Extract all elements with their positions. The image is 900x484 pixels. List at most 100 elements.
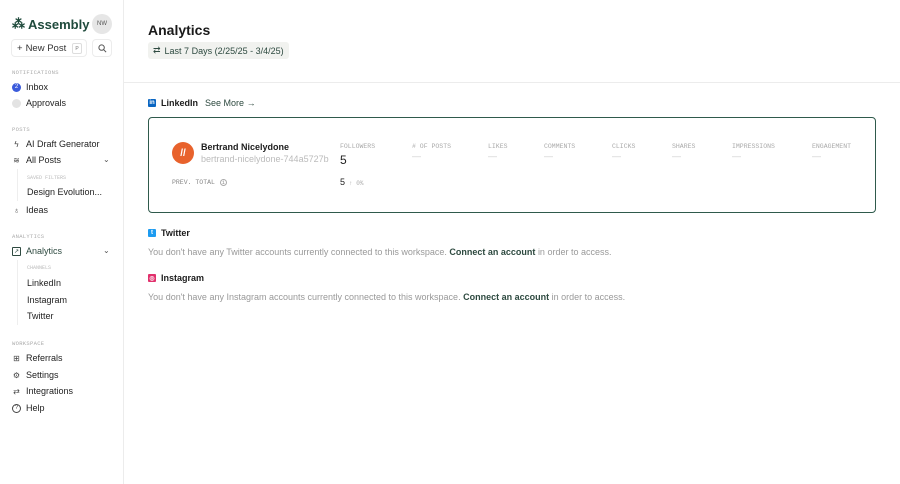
metric-label: ENGAGEMENT [812, 143, 852, 150]
instagram-icon: ◎ [148, 274, 156, 282]
plus-icon: + [17, 42, 23, 54]
metric-label: FOLLOWERS [340, 143, 376, 150]
chevron-down-icon[interactable]: ⌄ [103, 155, 110, 164]
metric-value: — [672, 151, 681, 161]
chevron-down-icon[interactable]: ⌄ [103, 246, 110, 255]
instagram-msg-text: You don't have any Instagram accounts cu… [148, 292, 461, 302]
profile-avatar: // [172, 142, 194, 164]
twitter-title: Twitter [161, 228, 190, 238]
logo[interactable]: ⁂ Assembly [12, 16, 89, 32]
all-posts-label: All Posts [26, 155, 62, 165]
new-post-label: New Post [25, 42, 67, 54]
sidebar-item-all-posts[interactable]: ≋ All Posts [12, 153, 61, 167]
assembly-logo-icon: ⁂ [12, 16, 25, 31]
metric-of-posts: # OF POSTS — [412, 143, 451, 161]
metric-likes: LIKES — [488, 143, 508, 161]
profile-name: Bertrand Nicelydone [201, 142, 290, 152]
inbox-count-badge: 2 [12, 82, 21, 92]
metric-value: — [544, 151, 553, 161]
twitter-icon: t [148, 229, 156, 237]
posts-section-label: POSTS [12, 126, 31, 133]
linkedin-icon: in [148, 99, 156, 107]
lightbulb-icon: ♁ [13, 205, 20, 215]
channels-label: CHANNELS [27, 265, 52, 271]
metric-label: COMMENTS [544, 143, 576, 150]
sidebar-item-analytics[interactable]: ↗ Analytics [12, 244, 62, 258]
search-button[interactable] [92, 39, 112, 57]
date-range-button[interactable]: ⇄ Last 7 Days (2/25/25 - 3/4/25) [148, 42, 289, 59]
prev-total-value: 5 [340, 177, 346, 187]
metric-comments: COMMENTS — [544, 143, 575, 161]
lightning-icon: ϟ [14, 139, 19, 149]
metric-impressions: IMPRESSIONS — [732, 143, 775, 161]
info-icon[interactable]: i [219, 179, 227, 186]
metric-value: — [488, 151, 497, 161]
see-more-label: See More [205, 98, 245, 108]
linkedin-header: in LinkedIn See More → [148, 98, 256, 108]
twitter-msg-suffix: in order to access. [537, 247, 612, 257]
linkedin-account-card: // Bertrand Nicelydone bertrand-nicelydo… [148, 117, 876, 213]
twitter-msg-text: You don't have any Twitter accounts curr… [148, 247, 447, 257]
saved-filters-label: SAVED FILTERS [27, 175, 67, 181]
page-title: Analytics [148, 22, 211, 38]
metric-label: # OF POSTS [412, 143, 452, 150]
sidebar-item-integrations[interactable]: ⇄ Integrations [12, 384, 73, 398]
analytics-section-label: ANALYTICS [12, 233, 45, 240]
sidebar-item-ai-draft[interactable]: ϟ AI Draft Generator [12, 137, 100, 151]
channel-linkedin[interactable]: LinkedIn [27, 278, 61, 288]
saved-filter-design-evolution[interactable]: Design Evolution... [27, 187, 102, 197]
gift-icon: ⊞ [13, 353, 20, 363]
gear-icon: ⚙ [12, 370, 21, 380]
sidebar-item-ideas[interactable]: ♁ Ideas [12, 203, 49, 217]
metric-value: — [812, 151, 821, 161]
tree-line [17, 169, 18, 201]
change-percent: ↑ 0% [349, 180, 364, 187]
instagram-title: Instagram [161, 273, 205, 283]
help-label: Help [26, 403, 45, 413]
twitter-connect-link[interactable]: Connect an account [449, 247, 535, 257]
workspace-section-label: WORKSPACE [12, 340, 45, 347]
metric-value: — [412, 151, 421, 161]
instagram-msg-suffix: in order to access. [551, 292, 626, 302]
metric-value: — [612, 151, 621, 161]
ai-draft-label: AI Draft Generator [26, 139, 100, 149]
sidebar-item-inbox[interactable]: 2 Inbox [12, 80, 48, 94]
help-icon: ? [12, 403, 21, 413]
sidebar-item-help[interactable]: ? Help [12, 401, 45, 415]
new-post-button[interactable]: + New Post P [11, 39, 87, 57]
shortcut-badge: P [72, 43, 82, 54]
sidebar-item-settings[interactable]: ⚙ Settings [12, 368, 59, 382]
sidebar-item-approvals[interactable]: Approvals [12, 96, 66, 110]
instagram-connect-link[interactable]: Connect an account [463, 292, 549, 302]
channel-instagram[interactable]: Instagram [27, 295, 67, 305]
ideas-label: Ideas [26, 205, 49, 215]
channel-twitter[interactable]: Twitter [27, 311, 54, 321]
approvals-label: Approvals [26, 98, 67, 108]
divider [124, 82, 900, 83]
metric-value: — [732, 151, 741, 161]
user-avatar[interactable]: NW [92, 14, 112, 34]
metric-clicks: CLICKS — [612, 143, 635, 161]
approvals-badge-icon [12, 98, 21, 108]
see-more-link[interactable]: See More → [205, 98, 256, 108]
prev-total-row: PREV. TOTAL i [172, 179, 227, 186]
arrows-icon: ⇄ [13, 386, 20, 396]
linkedin-title: LinkedIn [161, 98, 199, 108]
inbox-label: Inbox [26, 82, 49, 92]
sidebar-item-referrals[interactable]: ⊞ Referrals [12, 351, 63, 365]
metric-label: SHARES [672, 143, 696, 150]
metric-label: CLICKS [612, 143, 636, 150]
metric-engagement: ENGAGEMENT — [812, 143, 851, 161]
metric-label: IMPRESSIONS [732, 143, 775, 150]
settings-label: Settings [26, 370, 59, 380]
metric-followers: FOLLOWERS 5 [340, 143, 375, 167]
metric-label: LIKES [488, 143, 508, 150]
arrows-icon: ⇄ [153, 45, 161, 55]
referrals-label: Referrals [26, 353, 63, 363]
notifications-section-label: NOTIFICATIONS [12, 69, 59, 76]
search-icon [97, 43, 106, 52]
twitter-empty-message: You don't have any Twitter accounts curr… [148, 247, 611, 257]
main-content: Analytics ⇄ Last 7 Days (2/25/25 - 3/4/25… [124, 0, 900, 484]
instagram-header: ◎ Instagram [148, 273, 204, 283]
twitter-header: t Twitter [148, 228, 190, 238]
